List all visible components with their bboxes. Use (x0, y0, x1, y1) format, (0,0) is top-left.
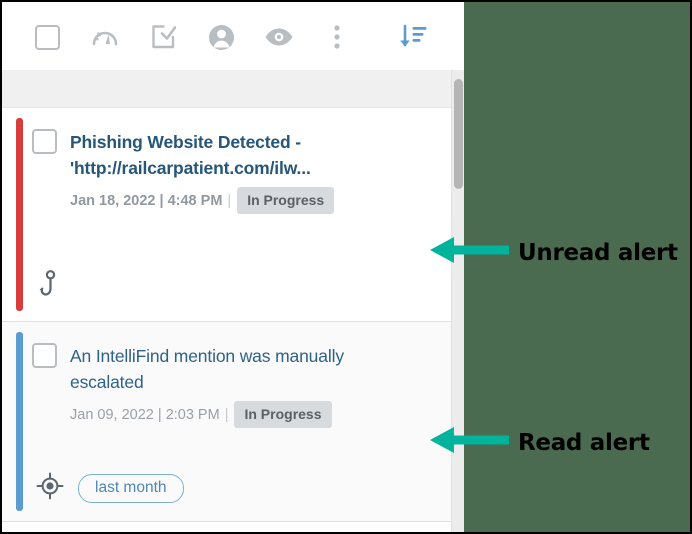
toolbar-icon-group (30, 20, 354, 54)
screenshot-root: Phishing Website Detected - 'http://rail… (0, 0, 692, 534)
alert-row-header: Phishing Website Detected - 'http://rail… (32, 108, 447, 181)
alert-select-checkbox[interactable] (32, 343, 57, 368)
alert-row-unread[interactable]: Phishing Website Detected - 'http://rail… (2, 108, 457, 322)
alerts-toolbar (2, 2, 464, 71)
annotation-label: Unread alert (518, 239, 678, 266)
gauge-icon[interactable] (88, 20, 122, 54)
crosshair-target-icon[interactable] (36, 472, 64, 505)
status-badge[interactable]: In Progress (234, 401, 332, 428)
partial-row-above (2, 70, 457, 108)
alert-footer: last month (36, 472, 184, 505)
alert-title[interactable]: An IntelliFind mention was manually esca… (70, 343, 400, 395)
annotation-unread-alert: Unread alert (430, 234, 678, 271)
annotation-read-alert: Read alert (430, 424, 650, 461)
alert-title[interactable]: Phishing Website Detected - 'http://rail… (70, 129, 400, 181)
status-badge[interactable]: In Progress (237, 187, 335, 214)
meta-separator: | (227, 192, 232, 209)
read-severity-stripe (16, 332, 23, 511)
alerts-panel: Phishing Website Detected - 'http://rail… (2, 2, 464, 532)
alert-tag[interactable]: last month (78, 474, 184, 503)
sort-descending-icon[interactable] (396, 20, 430, 54)
fish-hook-icon[interactable] (36, 270, 60, 305)
alert-meta: Jan 18, 2022 | 4:48 PM | In Progress (70, 187, 447, 214)
eye-icon[interactable] (262, 20, 296, 54)
list-scrollbar-thumb[interactable] (454, 79, 463, 189)
kebab-menu-icon[interactable] (320, 20, 354, 54)
alert-row-header: An IntelliFind mention was manually esca… (32, 322, 447, 395)
alert-footer (36, 270, 60, 305)
unread-severity-stripe (16, 118, 23, 311)
alert-row-body: An IntelliFind mention was manually esca… (32, 322, 447, 521)
user-icon[interactable] (204, 20, 238, 54)
alert-meta: Jan 09, 2022 | 2:03 PM | In Progress (70, 401, 447, 428)
annotation-arrow-icon (430, 234, 510, 271)
select-all-checkbox-box[interactable] (34, 24, 60, 50)
meta-separator: | (224, 406, 229, 423)
annotation-label: Read alert (518, 429, 650, 456)
alert-select-checkbox[interactable] (32, 129, 57, 154)
alerts-list: Phishing Website Detected - 'http://rail… (2, 70, 464, 532)
list-scrollbar-track[interactable] (451, 70, 464, 532)
task-check-icon[interactable] (146, 20, 180, 54)
annotation-arrow-icon (430, 424, 510, 461)
alert-row-read[interactable]: An IntelliFind mention was manually esca… (2, 322, 457, 522)
alert-datetime: Jan 09, 2022 | 2:03 PM (70, 406, 220, 423)
alert-row-body: Phishing Website Detected - 'http://rail… (32, 108, 447, 321)
select-all-checkbox[interactable] (30, 20, 64, 54)
alert-datetime: Jan 18, 2022 | 4:48 PM (70, 192, 223, 209)
